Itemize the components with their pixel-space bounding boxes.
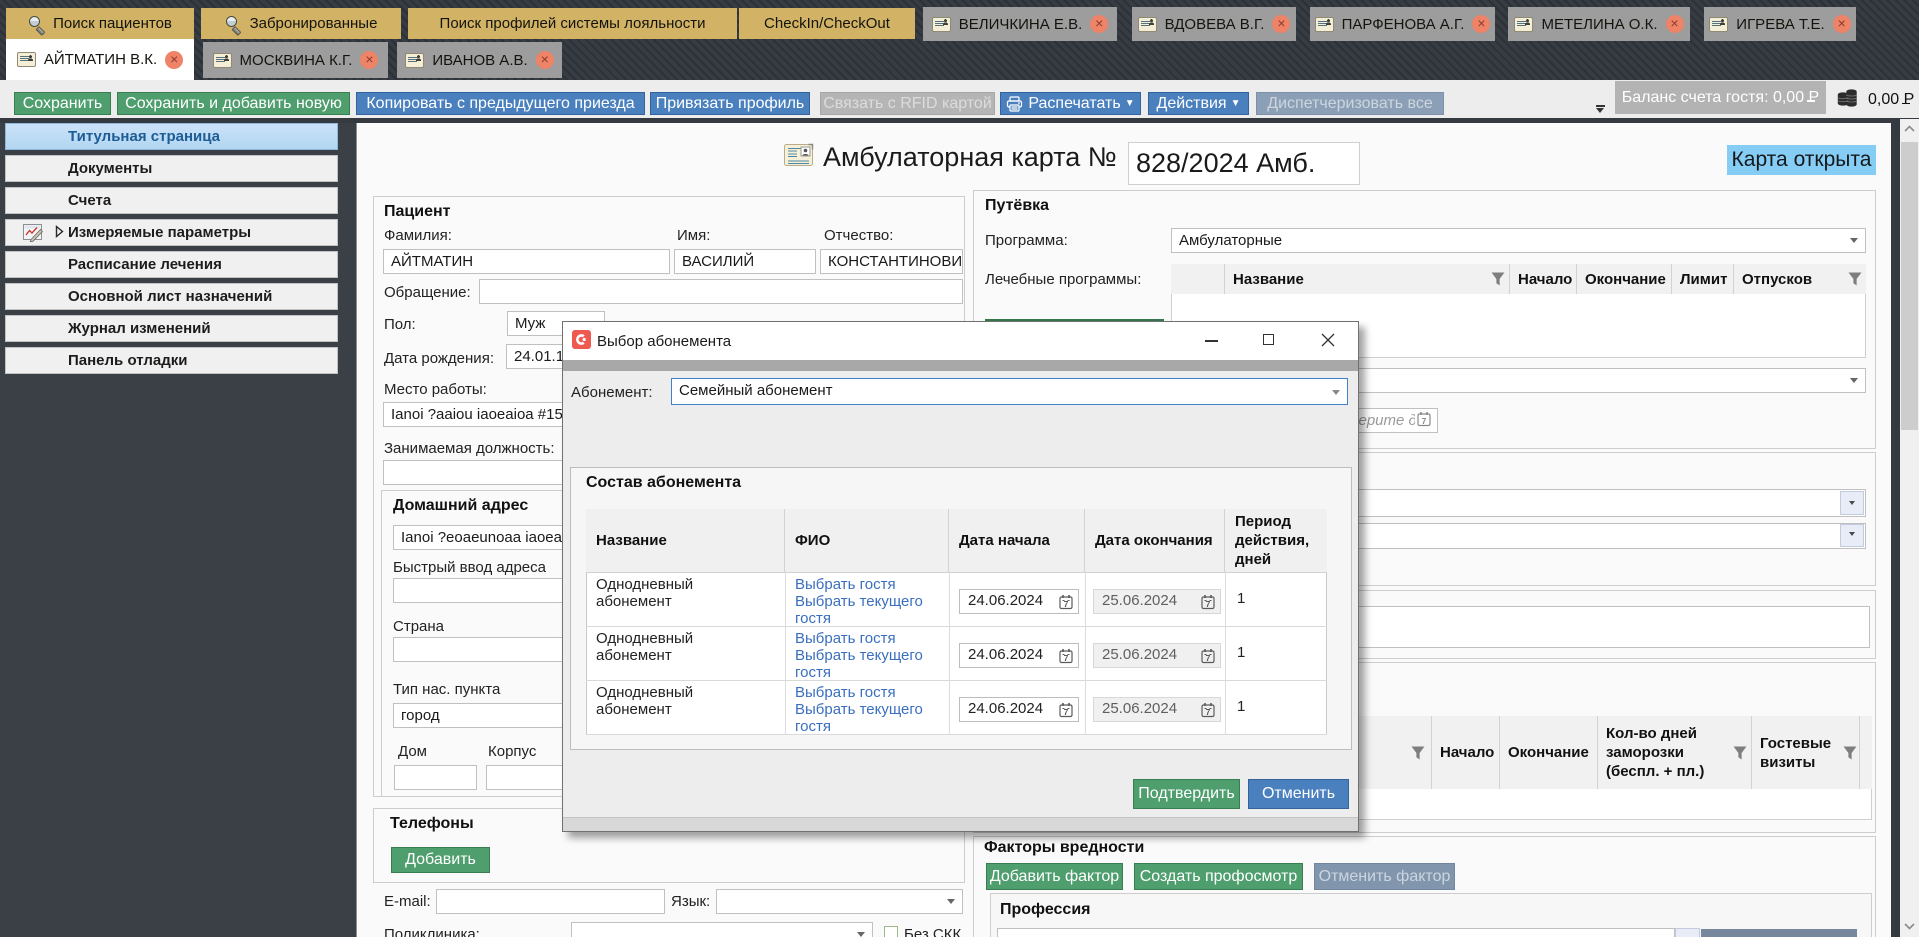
svg-text:7: 7 xyxy=(1064,599,1069,609)
svg-text:7: 7 xyxy=(1206,599,1211,609)
svg-text:7: 7 xyxy=(1206,707,1211,717)
svg-text:7: 7 xyxy=(1064,707,1069,717)
svg-text:7: 7 xyxy=(1064,653,1069,663)
svg-text:7: 7 xyxy=(1422,416,1427,426)
svg-text:7: 7 xyxy=(1206,653,1211,663)
